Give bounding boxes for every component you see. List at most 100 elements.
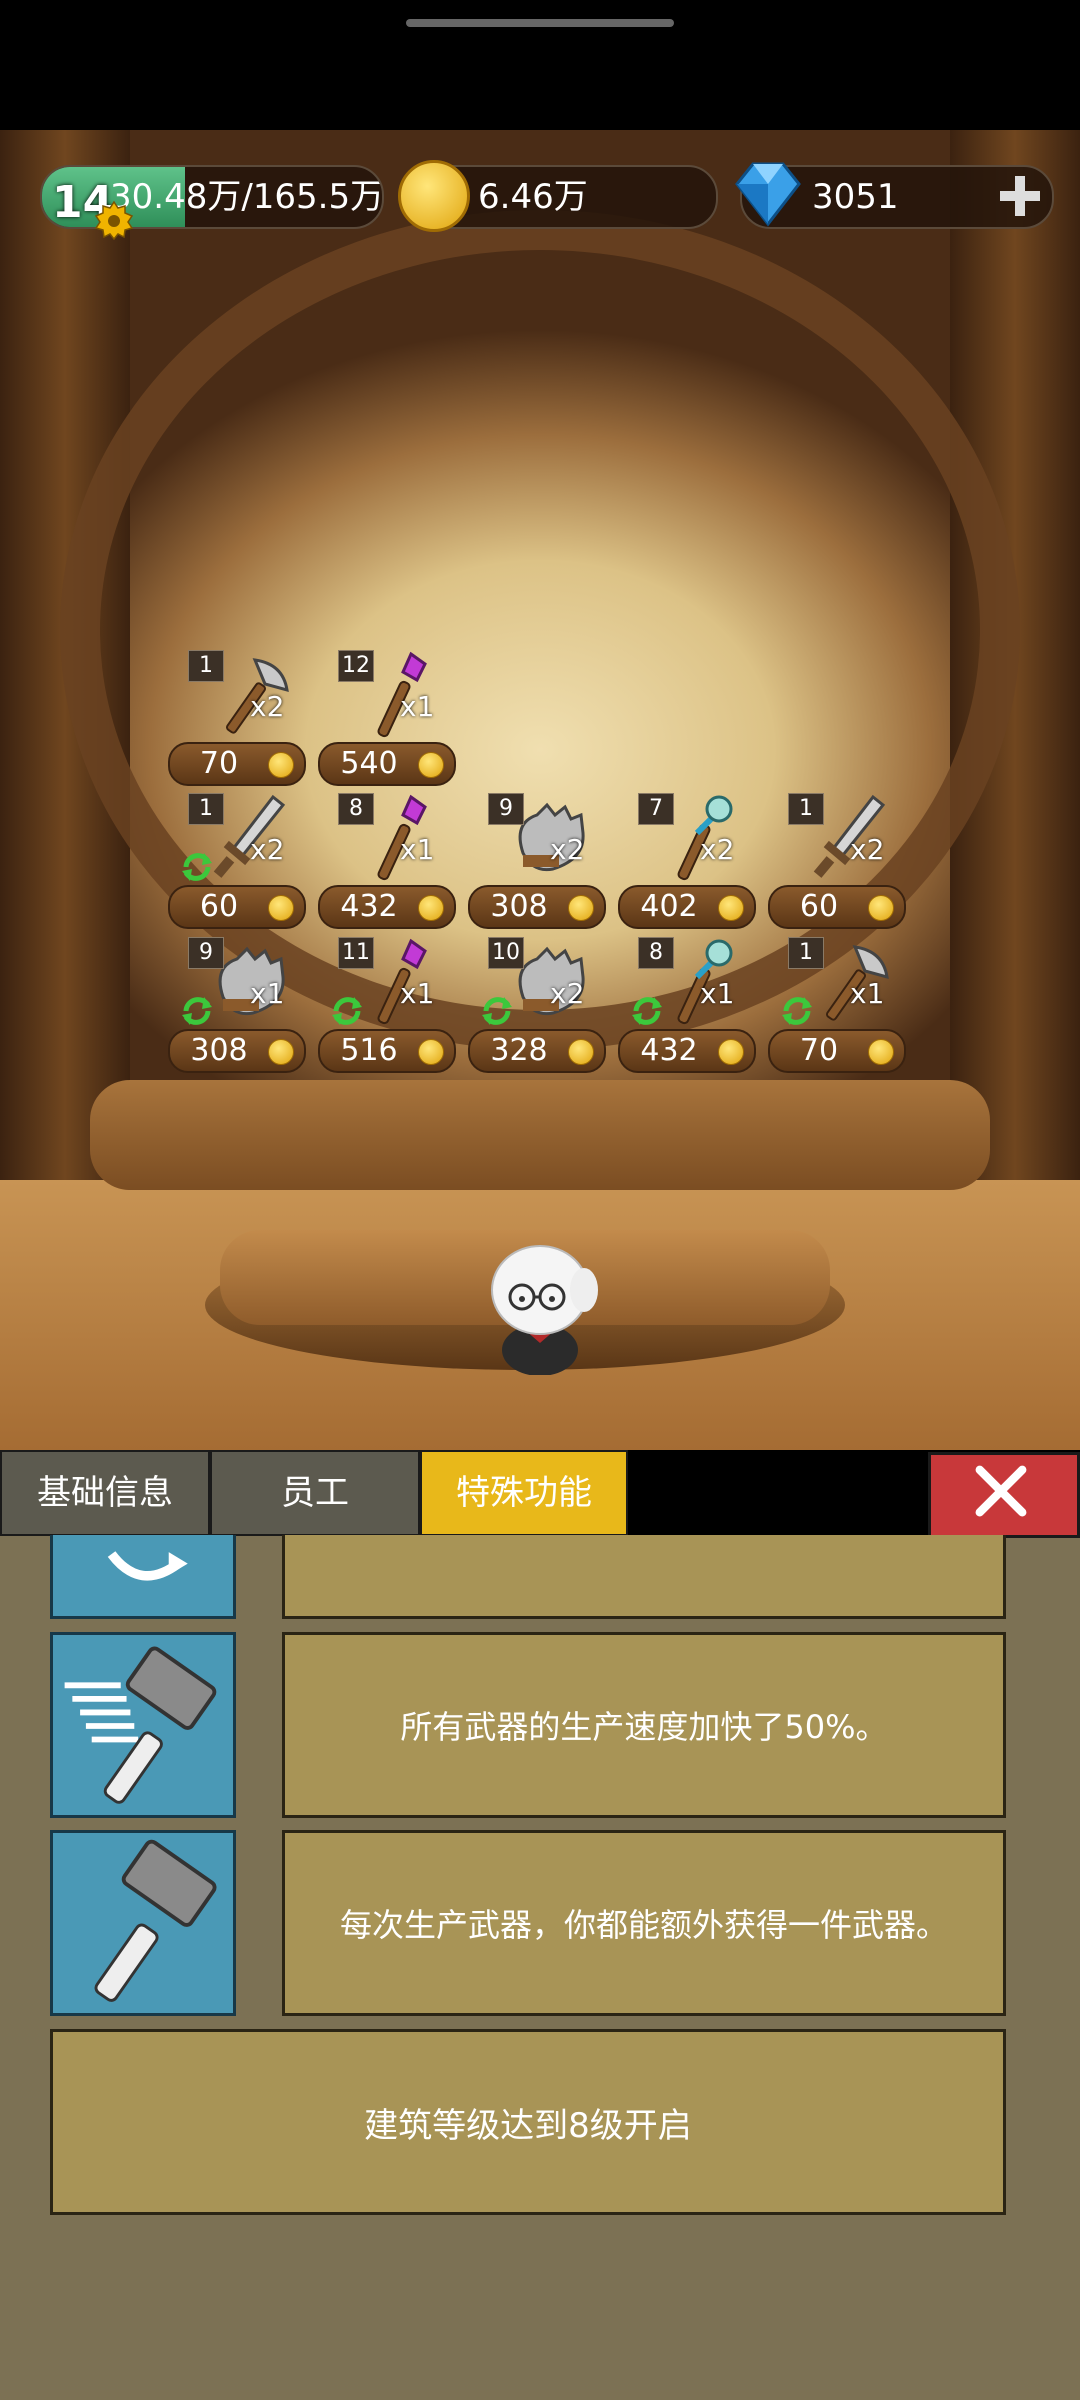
coin-icon [268,1039,294,1065]
item-quantity: x1 [400,690,435,723]
coin-icon [418,752,444,778]
item-price: 60 [799,889,839,924]
tab-staff[interactable]: 员工 [210,1450,420,1536]
item-quantity: x2 [550,977,585,1010]
item-price-button[interactable]: 70 [168,742,306,786]
item-level-badge: 12 [338,650,374,682]
refresh-icon[interactable] [178,847,216,885]
item-level-badge: 7 [638,793,674,825]
coin-icon [418,895,444,921]
item-quantity: x1 [250,977,285,1010]
blue-gem-icon [735,162,801,227]
feature-refresh-icon-tile [50,1535,236,1619]
close-button[interactable] [928,1452,1080,1538]
item-quantity: x1 [850,977,885,1010]
coin-icon [868,1039,894,1065]
item-price-button[interactable]: 60 [768,885,906,929]
item-price-button[interactable]: 432 [318,885,456,929]
xp-text: 30.48万/165.5万 [110,177,384,217]
item-price: 308 [190,1033,248,1068]
shop-item[interactable]: 1 x2 60 [768,793,908,943]
item-level-badge: 8 [638,937,674,969]
shop-item[interactable]: 1 x2 60 [168,793,308,943]
home-indicator[interactable] [406,19,674,27]
coin-icon [718,1039,744,1065]
item-level-badge: 8 [338,793,374,825]
item-quantity: x2 [250,833,285,866]
gold-amount: 6.46万 [478,177,588,217]
shop-item[interactable]: 10 x2 328 [468,937,608,1087]
workshop-scene [0,130,1080,1450]
feature-extra-icon-tile [50,1830,236,2016]
shop-item[interactable]: 8 x1 432 [618,937,758,1087]
refresh-icon[interactable] [778,991,816,1029]
refresh-icon[interactable] [178,991,216,1029]
tab-basic-info[interactable]: 基础信息 [0,1450,210,1536]
shop-item[interactable]: 9 x2 308 [468,793,608,943]
shop-item[interactable]: 7 x2 402 [618,793,758,943]
shop-item[interactable]: 12 x1 540 [318,650,458,800]
coin-icon [718,895,744,921]
item-quantity: x2 [550,833,585,866]
item-level-badge: 9 [488,793,524,825]
item-price-button[interactable]: 60 [168,885,306,929]
shop-item[interactable]: 8 x1 432 [318,793,458,943]
feature-speed-desc: 所有武器的生产速度加快了50%。 [282,1632,1006,1818]
refresh-icon[interactable] [328,991,366,1029]
shopkeeper-character[interactable] [480,1235,600,1375]
item-price-button[interactable]: 432 [618,1029,756,1073]
refresh-arrows-icon [107,1551,188,1581]
shop-item[interactable]: 9 x1 308 [168,937,308,1087]
item-quantity: x1 [700,977,735,1010]
status-bar [0,0,1080,130]
close-icon [975,1465,1027,1517]
item-price-button[interactable]: 516 [318,1029,456,1073]
fast-hammer-icon [64,1646,217,1804]
item-quantity: x1 [400,977,435,1010]
item-level-badge: 10 [488,937,524,969]
item-price: 432 [640,1033,698,1068]
item-price-button[interactable]: 328 [468,1029,606,1073]
coin-icon [568,1039,594,1065]
item-price: 70 [799,1033,839,1068]
item-price-button[interactable]: 308 [168,1029,306,1073]
item-price-button[interactable]: 70 [768,1029,906,1073]
feature-extra-desc: 每次生产武器，你都能额外获得一件武器。 [282,1830,1006,2016]
item-quantity: x2 [850,833,885,866]
item-price: 70 [199,746,239,781]
item-price-button[interactable]: 540 [318,742,456,786]
add-gems-plus-icon[interactable] [996,172,1044,220]
item-price: 328 [490,1033,548,1068]
item-level-badge: 1 [188,650,224,682]
shop-item[interactable]: 1 x1 70 [768,937,908,1087]
coin-icon [268,752,294,778]
coin-icon [568,895,594,921]
item-price-button[interactable]: 308 [468,885,606,929]
item-price: 540 [340,746,398,781]
coin-icon [418,1039,444,1065]
item-price-button[interactable]: 402 [618,885,756,929]
item-price: 60 [199,889,239,924]
gold-coin-icon [398,160,470,232]
shop-item[interactable]: 11 x1 516 [318,937,458,1087]
item-quantity: x2 [700,833,735,866]
item-price: 308 [490,889,548,924]
item-quantity: x2 [250,690,285,723]
shelf-rail [90,1080,990,1190]
item-level-badge: 9 [188,937,224,969]
shop-item[interactable]: 1 x2 70 [168,650,308,800]
locked-feature-notice: 建筑等级达到8级开启 [50,2029,1006,2215]
item-level-badge: 1 [188,793,224,825]
coin-icon [868,895,894,921]
refresh-icon[interactable] [628,991,666,1029]
tab-special-features[interactable]: 特殊功能 [420,1450,628,1536]
feature-refresh-desc-partial [282,1535,1006,1619]
refresh-icon[interactable] [478,991,516,1029]
item-quantity: x1 [400,833,435,866]
settings-gear-icon[interactable] [94,200,134,240]
gem-amount: 3051 [812,177,899,217]
coin-icon [268,895,294,921]
item-price: 402 [640,889,698,924]
item-level-badge: 1 [788,937,824,969]
hammer-icon [94,1839,217,2002]
